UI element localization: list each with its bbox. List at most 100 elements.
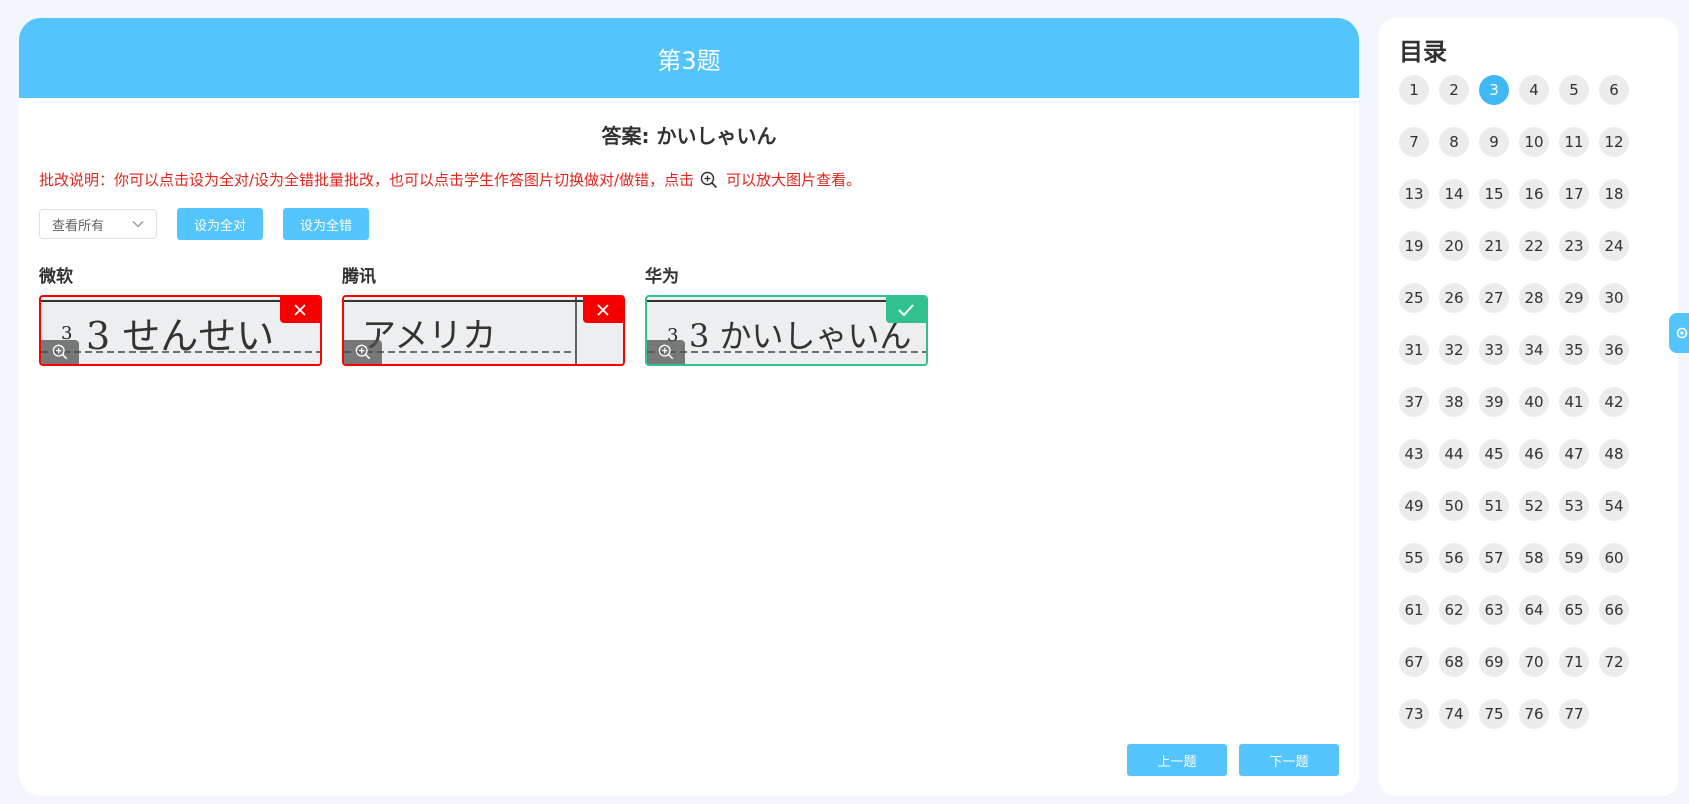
instructions-text-before: 批改说明：你可以点击设为全对/设为全错批量批改，也可以点击学生作答图片切换做对/…: [39, 171, 695, 189]
toc-item[interactable]: 8: [1439, 127, 1469, 157]
toc-item[interactable]: 22: [1519, 231, 1549, 261]
question-header: 第3题: [19, 18, 1359, 98]
student-name: 微软: [39, 267, 73, 287]
student-card: 腾讯 アメリカ: [342, 262, 625, 366]
answer-image[interactable]: 3 3 かいしゃいん: [645, 295, 928, 366]
toc-item[interactable]: 68: [1439, 647, 1469, 677]
toc-item[interactable]: 55: [1399, 543, 1429, 573]
toc-item[interactable]: 25: [1399, 283, 1429, 313]
filter-select[interactable]: 查看所有: [39, 209, 157, 239]
toc-item[interactable]: 4: [1519, 75, 1549, 105]
toc-item[interactable]: 17: [1559, 179, 1589, 209]
toc-item[interactable]: 57: [1479, 543, 1509, 573]
toc-item[interactable]: 47: [1559, 439, 1589, 469]
toc-item[interactable]: 10: [1519, 127, 1549, 157]
toc-item[interactable]: 19: [1399, 231, 1429, 261]
toc-item[interactable]: 11: [1559, 127, 1589, 157]
toc-item[interactable]: 3: [1479, 75, 1509, 105]
toc-item[interactable]: 7: [1399, 127, 1429, 157]
toc-item[interactable]: 37: [1399, 387, 1429, 417]
toc-item[interactable]: 52: [1519, 491, 1549, 521]
toc-item[interactable]: 51: [1479, 491, 1509, 521]
toc-item[interactable]: 74: [1439, 699, 1469, 729]
toc-item[interactable]: 65: [1559, 595, 1589, 625]
toc-item[interactable]: 56: [1439, 543, 1469, 573]
toc-item[interactable]: 13: [1399, 179, 1429, 209]
toc-item[interactable]: 63: [1479, 595, 1509, 625]
toc-item[interactable]: 40: [1519, 387, 1549, 417]
set-all-correct-button[interactable]: 设为全对: [177, 208, 264, 240]
toc-item[interactable]: 70: [1519, 647, 1549, 677]
toc-item[interactable]: 31: [1399, 335, 1429, 365]
toc-item[interactable]: 64: [1519, 595, 1549, 625]
toc-item[interactable]: 67: [1399, 647, 1429, 677]
toc-item[interactable]: 62: [1439, 595, 1469, 625]
toc-item[interactable]: 61: [1399, 595, 1429, 625]
toc-item[interactable]: 54: [1599, 491, 1629, 521]
toc-item[interactable]: 46: [1519, 439, 1549, 469]
toc-item[interactable]: 9: [1479, 127, 1509, 157]
toc-item[interactable]: 18: [1599, 179, 1629, 209]
toc-item[interactable]: 50: [1439, 491, 1469, 521]
toc-item[interactable]: 71: [1559, 647, 1589, 677]
toc-item[interactable]: 43: [1399, 439, 1429, 469]
next-question-button[interactable]: 下一题: [1239, 744, 1339, 776]
toc-item[interactable]: 66: [1599, 595, 1629, 625]
side-settings-tab[interactable]: [1669, 313, 1689, 353]
toc-item[interactable]: 30: [1599, 283, 1629, 313]
zoom-button[interactable]: [344, 340, 382, 364]
toc-item[interactable]: 75: [1479, 699, 1509, 729]
toc-item[interactable]: 72: [1599, 647, 1629, 677]
toc-grid: 1 2 3 4 5 6 7 8 9 10 11 12 13 14 15 16 17 18 19 20 21 22 23 24 2…: [1399, 75, 1678, 729]
toc-item[interactable]: 49: [1399, 491, 1429, 521]
toc-item[interactable]: 24: [1599, 231, 1629, 261]
toc-item[interactable]: 28: [1519, 283, 1549, 313]
student-card: 华为 3 3 かいしゃいん: [645, 262, 928, 366]
table-of-contents: 目录 1 2 3 4 5 6 7 8 9 10 11 12 13 14 15 16 17 18 19 20 21 22 23…: [1379, 18, 1678, 796]
toc-item[interactable]: 2: [1439, 75, 1469, 105]
toc-item[interactable]: 15: [1479, 179, 1509, 209]
toc-item[interactable]: 6: [1599, 75, 1629, 105]
toc-item[interactable]: 33: [1479, 335, 1509, 365]
toc-item[interactable]: 20: [1439, 231, 1469, 261]
toc-item[interactable]: 39: [1479, 387, 1509, 417]
toc-item[interactable]: 73: [1399, 699, 1429, 729]
toc-item[interactable]: 16: [1519, 179, 1549, 209]
toc-item[interactable]: 48: [1599, 439, 1629, 469]
toc-item[interactable]: 77: [1559, 699, 1589, 729]
toc-item[interactable]: 35: [1559, 335, 1589, 365]
zoom-button[interactable]: [647, 340, 685, 364]
toc-item[interactable]: 21: [1479, 231, 1509, 261]
wrong-badge: [583, 297, 623, 323]
close-icon: [294, 304, 306, 316]
answer-image[interactable]: アメリカ: [342, 295, 625, 366]
toc-item[interactable]: 69: [1479, 647, 1509, 677]
toc-item[interactable]: 58: [1519, 543, 1549, 573]
toc-item[interactable]: 5: [1559, 75, 1589, 105]
answer-image[interactable]: 3 3 せんせい: [39, 295, 322, 366]
toc-item[interactable]: 23: [1559, 231, 1589, 261]
toc-item[interactable]: 44: [1439, 439, 1469, 469]
toc-item[interactable]: 27: [1479, 283, 1509, 313]
toc-item[interactable]: 29: [1559, 283, 1589, 313]
toc-item[interactable]: 45: [1479, 439, 1509, 469]
toc-item[interactable]: 12: [1599, 127, 1629, 157]
set-all-wrong-button[interactable]: 设为全错: [283, 208, 370, 240]
zoom-button[interactable]: [41, 340, 79, 364]
check-icon: [898, 304, 914, 317]
toc-item[interactable]: 38: [1439, 387, 1469, 417]
toc-item[interactable]: 59: [1559, 543, 1589, 573]
handwriting-text: アメリカ: [362, 316, 496, 356]
toc-item[interactable]: 14: [1439, 179, 1469, 209]
prev-question-button[interactable]: 上一题: [1127, 744, 1227, 776]
toc-item[interactable]: 1: [1399, 75, 1429, 105]
toc-item[interactable]: 41: [1559, 387, 1589, 417]
toc-item[interactable]: 36: [1599, 335, 1629, 365]
toc-item[interactable]: 32: [1439, 335, 1469, 365]
toc-item[interactable]: 42: [1599, 387, 1629, 417]
toc-item[interactable]: 34: [1519, 335, 1549, 365]
toc-item[interactable]: 60: [1599, 543, 1629, 573]
toc-item[interactable]: 53: [1559, 491, 1589, 521]
toc-item[interactable]: 76: [1519, 699, 1549, 729]
toc-item[interactable]: 26: [1439, 283, 1469, 313]
